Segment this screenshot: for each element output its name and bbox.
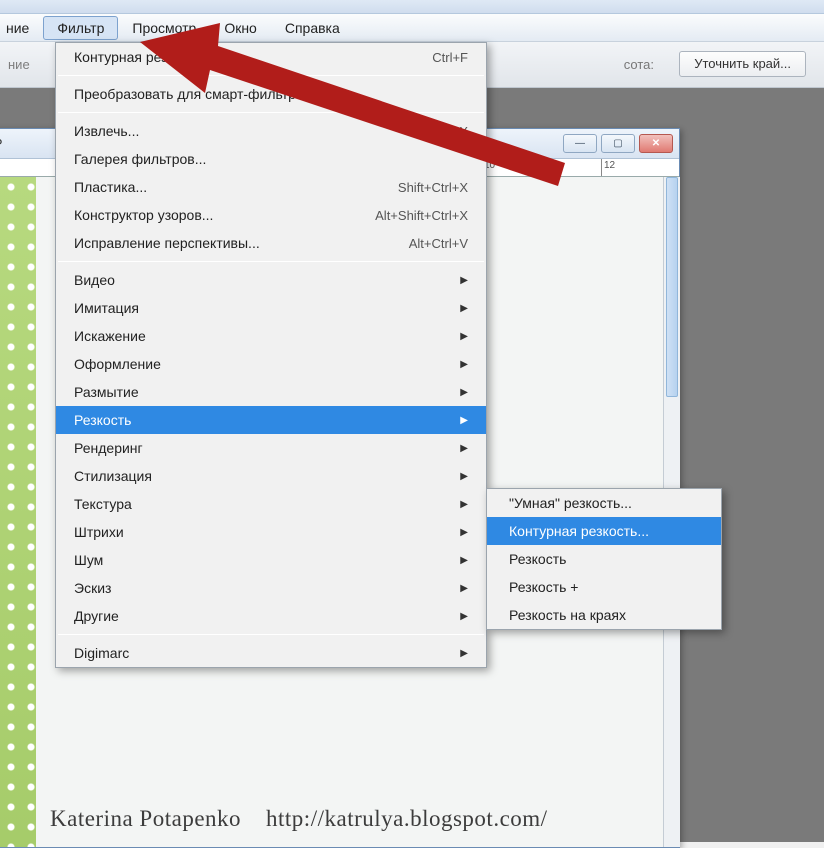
submenu-item[interactable]: Резкость + [487, 573, 721, 601]
menu-item-label: Рендеринг [74, 440, 143, 456]
menu-item[interactable]: Контурная резкость Ctrl+F [56, 43, 486, 71]
menu-separator [58, 75, 484, 76]
menu-item-label: Галерея фильтров... [74, 151, 206, 167]
menu-item-label: Видео [74, 272, 115, 288]
menu-item[interactable]: Конструктор узоров... Alt+Shift+Ctrl+X [56, 201, 486, 229]
close-button[interactable]: ✕ [639, 134, 673, 153]
titlebar-fragment [0, 0, 824, 14]
menu-item[interactable]: Шум [56, 546, 486, 574]
menu-item-label: Стилизация [74, 468, 152, 484]
menu-item-label: Конструктор узоров... [74, 207, 213, 223]
menu-item-label: Размытие [74, 384, 139, 400]
document-title: 3% (Р [0, 136, 2, 151]
submenu-item[interactable]: "Умная" резкость... [487, 489, 721, 517]
menu-item[interactable]: Видео [56, 266, 486, 294]
submenu-item[interactable]: Контурная резкость... [487, 517, 721, 545]
menubar: ние Фильтр Просмотр Окно Справка [0, 14, 824, 42]
menu-item-shortcut: Alt+Ctrl+X [379, 124, 468, 139]
menu-item[interactable]: Резкость [56, 406, 486, 434]
menu-item-label: Текстура [74, 496, 132, 512]
menu-item-label: Преобразовать для смарт-фильтров [74, 86, 311, 102]
menu-item[interactable]: Другие [56, 602, 486, 630]
menu-separator [58, 112, 484, 113]
menu-item-label: Имитация [74, 300, 139, 316]
credit-url: http://katrulya.blogspot.com/ [266, 806, 548, 831]
menu-item[interactable]: Digimarc [56, 639, 486, 667]
credit-author: Katerina Potapenko [50, 806, 241, 831]
menu-item-label: Извлечь... [74, 123, 139, 139]
menu-item[interactable]: Имитация [56, 294, 486, 322]
menubar-item-filter[interactable]: Фильтр [43, 16, 118, 40]
refine-edge-button[interactable]: Уточнить край... [679, 51, 806, 77]
menu-separator [58, 261, 484, 262]
menu-item[interactable]: Стилизация [56, 462, 486, 490]
menu-item-label: Digimarc [74, 645, 129, 661]
filter-menu: Контурная резкость Ctrl+F Преобразовать дл… [55, 42, 487, 668]
optionbar-height-label: сота: [624, 57, 654, 72]
menu-item-label: Исправление перспективы... [74, 235, 260, 251]
menu-item-label: Пластика... [74, 179, 147, 195]
menu-item[interactable]: Исправление перспективы... Alt+Ctrl+V [56, 229, 486, 257]
image-content [0, 177, 36, 847]
menu-item-shortcut: Alt+Ctrl+V [379, 236, 468, 251]
menu-item-label: Искажение [74, 328, 146, 344]
menu-item-label: Шум [74, 552, 103, 568]
scrollbar-thumb[interactable] [666, 177, 678, 397]
menu-item-shortcut: Alt+Shift+Ctrl+X [345, 208, 468, 223]
submenu-item[interactable]: Резкость на краях [487, 601, 721, 629]
menu-separator [58, 634, 484, 635]
menu-item[interactable]: Текстура [56, 490, 486, 518]
menu-item[interactable]: Пластика... Shift+Ctrl+X [56, 173, 486, 201]
menu-item-label: Оформление [74, 356, 161, 372]
menu-item-label: Другие [74, 608, 119, 624]
maximize-button[interactable]: ▢ [601, 134, 635, 153]
menu-item-label: Контурная резкость [74, 49, 202, 65]
menu-item[interactable]: Преобразовать для смарт-фильтров [56, 80, 486, 108]
menu-item-label: Эскиз [74, 580, 111, 596]
menubar-item-window[interactable]: Окно [210, 16, 271, 40]
menu-item[interactable]: Галерея фильтров... [56, 145, 486, 173]
menu-item[interactable]: Эскиз [56, 574, 486, 602]
menubar-item-view[interactable]: Просмотр [118, 16, 210, 40]
menu-item-label: Резкость [74, 412, 131, 428]
credit-line: Katerina Potapenko http://katrulya.blogs… [50, 806, 548, 832]
menubar-item-edit-frag[interactable]: ние [0, 16, 43, 40]
menu-item[interactable]: Искажение [56, 322, 486, 350]
menu-item[interactable]: Оформление [56, 350, 486, 378]
menu-item[interactable]: Рендеринг [56, 434, 486, 462]
menu-item-shortcut: Ctrl+F [402, 50, 468, 65]
menu-item[interactable]: Извлечь... Alt+Ctrl+X [56, 117, 486, 145]
ruler-tick: 11 [541, 159, 554, 177]
menu-item-shortcut: Shift+Ctrl+X [368, 180, 468, 195]
sharpen-submenu: "Умная" резкость...Контурная резкость...… [486, 488, 722, 630]
ruler-tick: 12 [601, 159, 615, 177]
menu-item[interactable]: Размытие [56, 378, 486, 406]
menu-item-label: Штрихи [74, 524, 124, 540]
optionbar-label-frag: ние [4, 57, 30, 72]
menu-item[interactable]: Штрихи [56, 518, 486, 546]
submenu-item[interactable]: Резкость [487, 545, 721, 573]
minimize-button[interactable]: — [563, 134, 597, 153]
menubar-item-help[interactable]: Справка [271, 16, 354, 40]
